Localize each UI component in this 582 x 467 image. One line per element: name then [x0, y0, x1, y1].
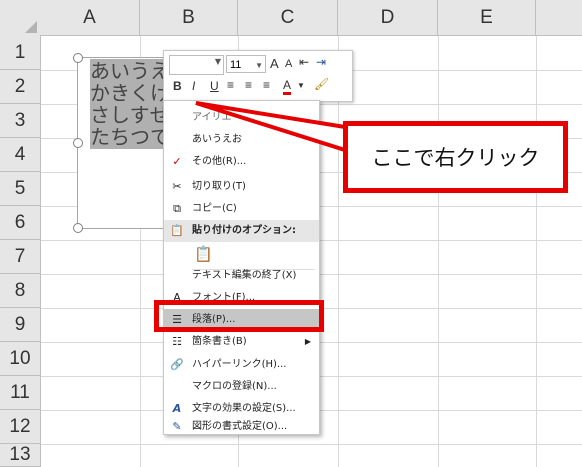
annotation-pointer: [195, 101, 347, 153]
callout-pointer-tail: [195, 101, 347, 153]
annotation-callout: ここで右クリック: [343, 121, 568, 193]
annotation-highlight-box: [154, 300, 324, 332]
